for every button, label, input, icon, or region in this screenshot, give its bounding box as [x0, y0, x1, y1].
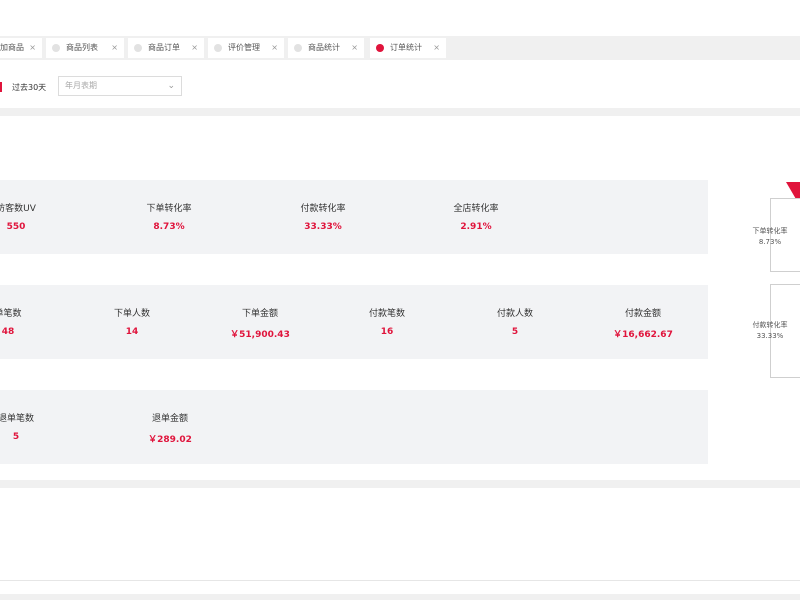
- metric-label: 全店转化率: [453, 204, 499, 214]
- range-option-30days[interactable]: 过去30天: [12, 82, 46, 93]
- metric-value: 8.73%: [153, 222, 185, 232]
- section-divider: [0, 108, 800, 116]
- refunds-panel: 退单笔数 5 退单金额 ￥289.02: [0, 390, 708, 464]
- tab-label: 订单统计: [390, 43, 422, 52]
- metric-label: 退单笔数: [0, 414, 34, 424]
- active-tab-dot: [376, 44, 384, 52]
- orders-panel: 单笔数 48 下单人数 14 下单金额 ￥51,900.43 付款笔数 16 付…: [0, 285, 708, 359]
- tab-label: 加商品: [0, 43, 24, 52]
- funnel-order-rate: 下单转化率 8.73%: [740, 226, 800, 248]
- close-icon[interactable]: ×: [29, 38, 36, 58]
- funnel-pay-rate-label: 付款转化率: [752, 321, 788, 329]
- close-icon[interactable]: ×: [111, 38, 118, 58]
- tab-label: 商品统计: [308, 43, 340, 52]
- metric-pay-count: 付款笔数 16: [327, 307, 447, 337]
- bottom-bar: [0, 594, 800, 600]
- tab-status-dot: [294, 44, 302, 52]
- close-icon[interactable]: ×: [351, 38, 358, 58]
- tab-product-stats[interactable]: 商品统计 ×: [288, 38, 364, 58]
- metric-value: 2.91%: [460, 222, 492, 232]
- metric-pay-amount: 付款金额 ￥16,662.67: [583, 307, 703, 340]
- metric-value: ￥289.02: [148, 435, 192, 445]
- metric-order-users: 下单人数 14: [72, 307, 192, 337]
- funnel-pay-rate-value: 33.33%: [756, 332, 784, 340]
- section-divider: [0, 480, 800, 488]
- metric-store-rate: 全店转化率 2.91%: [416, 202, 536, 232]
- metric-pay-rate: 付款转化率 33.33%: [263, 202, 383, 232]
- metric-label: 下单金额: [241, 309, 278, 319]
- chevron-down-icon: ⌄: [167, 81, 175, 91]
- tab-product-list[interactable]: 商品列表 ×: [46, 38, 124, 58]
- metric-value: 14: [125, 327, 139, 337]
- metric-label: 付款笔数: [368, 309, 405, 319]
- tab-label: 商品订单: [148, 43, 180, 52]
- metric-refund-amount: 退单金额 ￥289.02: [110, 412, 230, 445]
- metric-uv: 访客数UV 550: [0, 202, 76, 232]
- metric-order-count: 单笔数 48: [0, 307, 68, 337]
- funnel-order-rate-value: 8.73%: [758, 238, 782, 246]
- top-bar: [0, 0, 800, 37]
- tab-label: 评价管理: [228, 43, 260, 52]
- metric-label: 付款金额: [624, 309, 661, 319]
- funnel-pay-rate: 付款转化率 33.33%: [740, 320, 800, 342]
- tab-status-dot: [214, 44, 222, 52]
- tab-status-dot: [134, 44, 142, 52]
- tab-status-dot: [52, 44, 60, 52]
- metric-refund-count: 退单笔数 5: [0, 412, 76, 442]
- metric-value: ￥51,900.43: [230, 330, 290, 340]
- tab-bar: 加商品 × 商品列表 × 商品订单 × 评价管理 × 商品统计 × 订单统计 ×: [0, 36, 800, 60]
- date-range-select[interactable]: 年月表期 ⌄: [58, 76, 182, 96]
- date-select-placeholder: 年月表期: [65, 81, 97, 90]
- funnel-order-rate-label: 下单转化率: [752, 227, 788, 235]
- metric-label: 付款转化率: [300, 204, 346, 214]
- close-icon[interactable]: ×: [433, 38, 440, 58]
- metric-value: 5: [12, 432, 20, 442]
- metric-label: 访客数UV: [0, 204, 36, 214]
- metric-order-rate: 下单转化率 8.73%: [109, 202, 229, 232]
- range-selected-marker: [0, 82, 6, 92]
- metric-label: 下单转化率: [146, 204, 192, 214]
- tab-label: 商品列表: [66, 43, 98, 52]
- tab-review-management[interactable]: 评价管理 ×: [208, 38, 284, 58]
- metric-value: 550: [6, 222, 26, 232]
- metric-order-amount: 下单金额 ￥51,900.43: [200, 307, 320, 340]
- close-icon[interactable]: ×: [271, 38, 278, 58]
- metric-label: 退单金额: [151, 414, 188, 424]
- metric-value: ￥16,662.67: [613, 330, 673, 340]
- metric-value: 33.33%: [304, 222, 342, 232]
- metric-label: 下单人数: [113, 309, 150, 319]
- tab-add-product[interactable]: 加商品 ×: [0, 38, 42, 58]
- metric-value: 5: [511, 327, 519, 337]
- tab-order-stats[interactable]: 订单统计 ×: [370, 38, 446, 58]
- metric-label: 单笔数: [0, 309, 22, 319]
- bottom-divider: [0, 580, 800, 581]
- conversion-panel: 访客数UV 550 下单转化率 8.73% 付款转化率 33.33% 全店转化率…: [0, 180, 708, 254]
- metric-value: 16: [380, 327, 394, 337]
- tab-product-orders[interactable]: 商品订单 ×: [128, 38, 204, 58]
- metric-label: 付款人数: [496, 309, 533, 319]
- metric-value: 48: [1, 327, 15, 337]
- close-icon[interactable]: ×: [191, 38, 198, 58]
- metric-pay-users: 付款人数 5: [455, 307, 575, 337]
